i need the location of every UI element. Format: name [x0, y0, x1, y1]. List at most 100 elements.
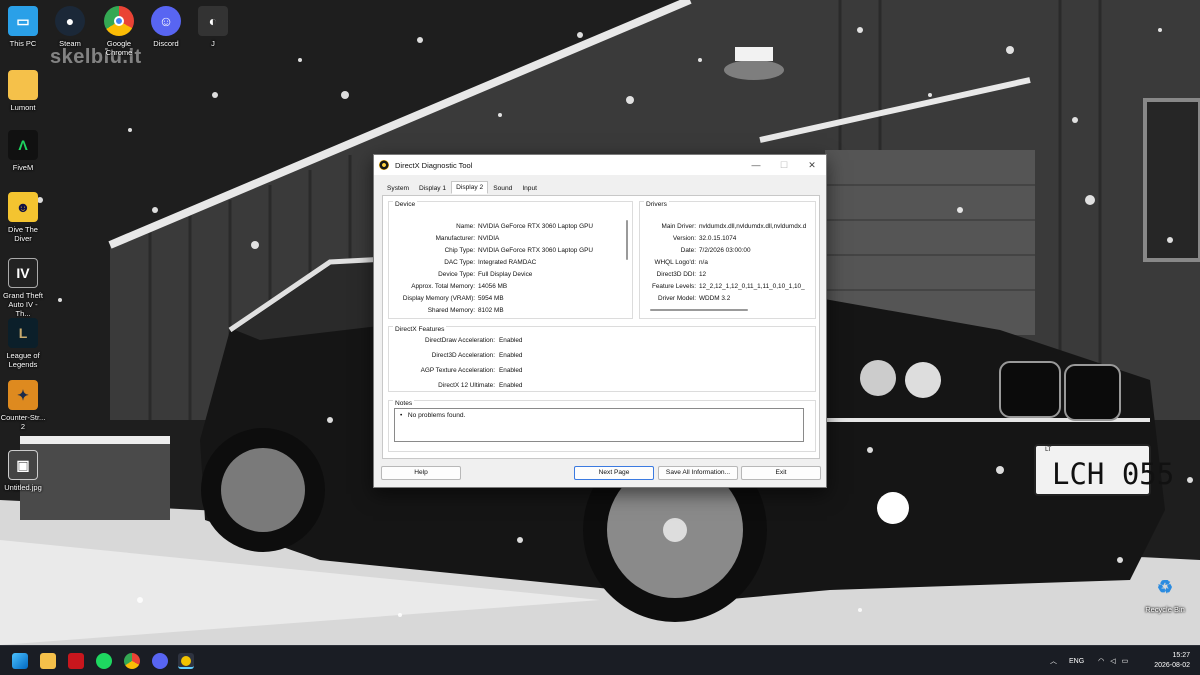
- notes-item: • No problems found.: [400, 412, 466, 419]
- device-total-memory-key: Approx. Total Memory:: [411, 283, 475, 290]
- exit-button[interactable]: Exit: [741, 466, 821, 480]
- clock-time: 15:27: [1172, 652, 1190, 659]
- wifi-icon[interactable]: ◠: [1098, 657, 1104, 665]
- desktop-icon-discord[interactable]: ☺ Discord: [143, 6, 189, 48]
- close-button[interactable]: ✕: [798, 160, 826, 171]
- driver-version-key: Version:: [672, 235, 696, 242]
- feature-dx12-ultimate-key: DirectX 12 Ultimate:: [438, 382, 495, 389]
- discord-icon: ☺: [151, 6, 181, 36]
- fivem-icon: Λ: [8, 130, 38, 160]
- this-pc-icon: ▭: [8, 6, 38, 36]
- file-explorer-icon[interactable]: [40, 653, 56, 669]
- desktop-icon-label: Steam: [59, 39, 81, 48]
- driver-whql-value: n/a: [699, 259, 708, 266]
- desktop-icon-fivem[interactable]: Λ FiveM: [0, 130, 46, 172]
- directx-features-title: DirectX Features: [393, 326, 447, 333]
- tab-sound[interactable]: Sound: [488, 182, 517, 195]
- dxdiag-taskbar-icon[interactable]: [178, 653, 194, 669]
- device-dac-type-key: DAC Type:: [444, 259, 475, 266]
- dave-the-diver-icon: ☻: [8, 192, 38, 222]
- spotify-icon[interactable]: [96, 653, 112, 669]
- desktop-icon-label: Recycle Bin: [1145, 605, 1185, 614]
- device-scrollbar[interactable]: [626, 220, 628, 260]
- device-manufacturer-value: NVIDIA: [478, 235, 500, 242]
- desktop-icon-chrome[interactable]: Google Chrome: [96, 6, 142, 57]
- save-all-information-button[interactable]: Save All Information...: [658, 466, 738, 480]
- device-dac-type-value: Integrated RAMDAC: [478, 259, 537, 266]
- feature-agp-key: AGP Texture Acceleration:: [420, 367, 495, 374]
- drivers-scrollbar[interactable]: [650, 309, 748, 311]
- battery-icon[interactable]: ▭: [1122, 657, 1129, 665]
- tab-panel: Device Name: NVIDIA GeForce RTX 3060 Lap…: [382, 195, 820, 459]
- desktop-icon-label: J: [211, 39, 215, 48]
- tab-display-1[interactable]: Display 1: [414, 182, 451, 195]
- driver-version-value: 32.0.15.1074: [699, 235, 737, 242]
- desktop-icon-label: FiveM: [12, 163, 34, 172]
- folder-icon: [8, 70, 38, 100]
- tab-strip: System Display 1 Display 2 Sound Input: [382, 181, 542, 195]
- window-titlebar[interactable]: DirectX Diagnostic Tool — ☐ ✕: [374, 155, 826, 175]
- dxdiag-app-icon: [379, 160, 389, 170]
- device-total-memory-value: 14056 MB: [478, 283, 508, 290]
- desktop-icon-label: Discord: [153, 39, 179, 48]
- minimize-button[interactable]: —: [742, 160, 770, 171]
- device-type-value: Full Display Device: [478, 271, 533, 278]
- clock-date: 2026-08-02: [1154, 662, 1190, 669]
- windows-start-icon[interactable]: [12, 653, 28, 669]
- feature-agp-value: Enabled: [499, 367, 523, 374]
- tab-input[interactable]: Input: [517, 182, 542, 195]
- recycle-bin-icon: ♻: [1156, 576, 1174, 597]
- notes-item-text: No problems found.: [407, 412, 466, 419]
- desktop-icon-label: League of Legends: [6, 351, 40, 369]
- desktop-icon-gta-iv[interactable]: IV Grand Theft Auto IV - Th...: [0, 258, 46, 318]
- taskbar: ︿ ENG ◠ ◁ ▭ 15:27 2026-08-02: [0, 645, 1200, 675]
- driver-model-key: Driver Model:: [658, 295, 696, 302]
- device-shared-memory-key: Shared Memory:: [427, 307, 475, 314]
- desktop-icon-league-of-legends[interactable]: L League of Legends: [0, 318, 46, 369]
- next-page-button[interactable]: Next Page: [574, 466, 654, 480]
- notes-box[interactable]: • No problems found.: [394, 408, 804, 442]
- device-chip-type-key: Chip Type:: [444, 247, 475, 254]
- device-name-value: NVIDIA GeForce RTX 3060 Laptop GPU: [478, 223, 593, 230]
- chevron-up-icon[interactable]: ︿: [1050, 656, 1057, 666]
- league-of-legends-icon: L: [8, 318, 38, 348]
- device-name-key: Name:: [456, 223, 475, 230]
- help-button[interactable]: Help: [381, 466, 461, 480]
- desktop-icon-label: This PC: [9, 39, 37, 48]
- feature-direct3d-key: Direct3D Acceleration:: [431, 352, 495, 359]
- desktop-icon-label: Dive The Diver: [8, 225, 38, 243]
- app-red-icon[interactable]: [68, 653, 84, 669]
- drivers-group-title: Drivers: [644, 201, 669, 208]
- dxdiag-window: DirectX Diagnostic Tool — ☐ ✕ System Dis…: [373, 154, 827, 488]
- desktop-icon-lumont[interactable]: Lumont: [0, 70, 46, 112]
- tab-display-2[interactable]: Display 2: [451, 181, 489, 194]
- language-indicator[interactable]: ENG: [1069, 658, 1084, 665]
- driver-feature-levels-value: 12_2,12_1,12_0,11_1,11_0,10_1,10_: [699, 283, 805, 290]
- desktop-icon-label: Untitled.jpg: [4, 483, 42, 492]
- maximize-button[interactable]: ☐: [770, 160, 798, 171]
- desktop-icon-counter-strike[interactable]: ✦ Counter-Str... 2: [0, 380, 46, 431]
- feature-directdraw-value: Enabled: [499, 337, 523, 344]
- discord-taskbar-icon[interactable]: [152, 653, 168, 669]
- image-file-icon: ▣: [8, 450, 38, 480]
- volume-icon[interactable]: ◁: [1110, 657, 1115, 665]
- chrome-icon: [104, 6, 134, 36]
- desktop-icon-this-pc[interactable]: ▭ This PC: [0, 6, 46, 48]
- notes-group: Notes • No problems found.: [388, 400, 816, 452]
- driver-main-value: nvldumdx.dll,nvldumdx.dll,nvldumdx.d: [699, 223, 807, 230]
- device-chip-type-value: NVIDIA GeForce RTX 3060 Laptop GPU: [478, 247, 593, 254]
- desktop-icon-user[interactable]: ◐ J: [190, 6, 236, 48]
- feature-directdraw-key: DirectDraw Acceleration:: [425, 337, 495, 344]
- desktop-icon-untitled-jpg[interactable]: ▣ Untitled.jpg: [0, 450, 46, 492]
- desktop-icon-label: Counter-Str... 2: [0, 413, 46, 431]
- counter-strike-icon: ✦: [8, 380, 38, 410]
- driver-date-value: 7/2/2026 03:00:00: [699, 247, 751, 254]
- device-vram-key: Display Memory (VRAM):: [402, 295, 475, 302]
- chrome-taskbar-icon[interactable]: [124, 653, 140, 669]
- clock[interactable]: 15:27 2026-08-02: [1154, 651, 1190, 671]
- desktop-icon-recycle-bin[interactable]: ♻ Recycle Bin: [1142, 572, 1188, 615]
- desktop-icon-dave-the-diver[interactable]: ☻ Dive The Diver: [0, 192, 46, 243]
- desktop-icon-steam[interactable]: ● Steam: [47, 6, 93, 48]
- directx-features-group: DirectX Features DirectDraw Acceleration…: [388, 326, 816, 392]
- tab-system[interactable]: System: [382, 182, 414, 195]
